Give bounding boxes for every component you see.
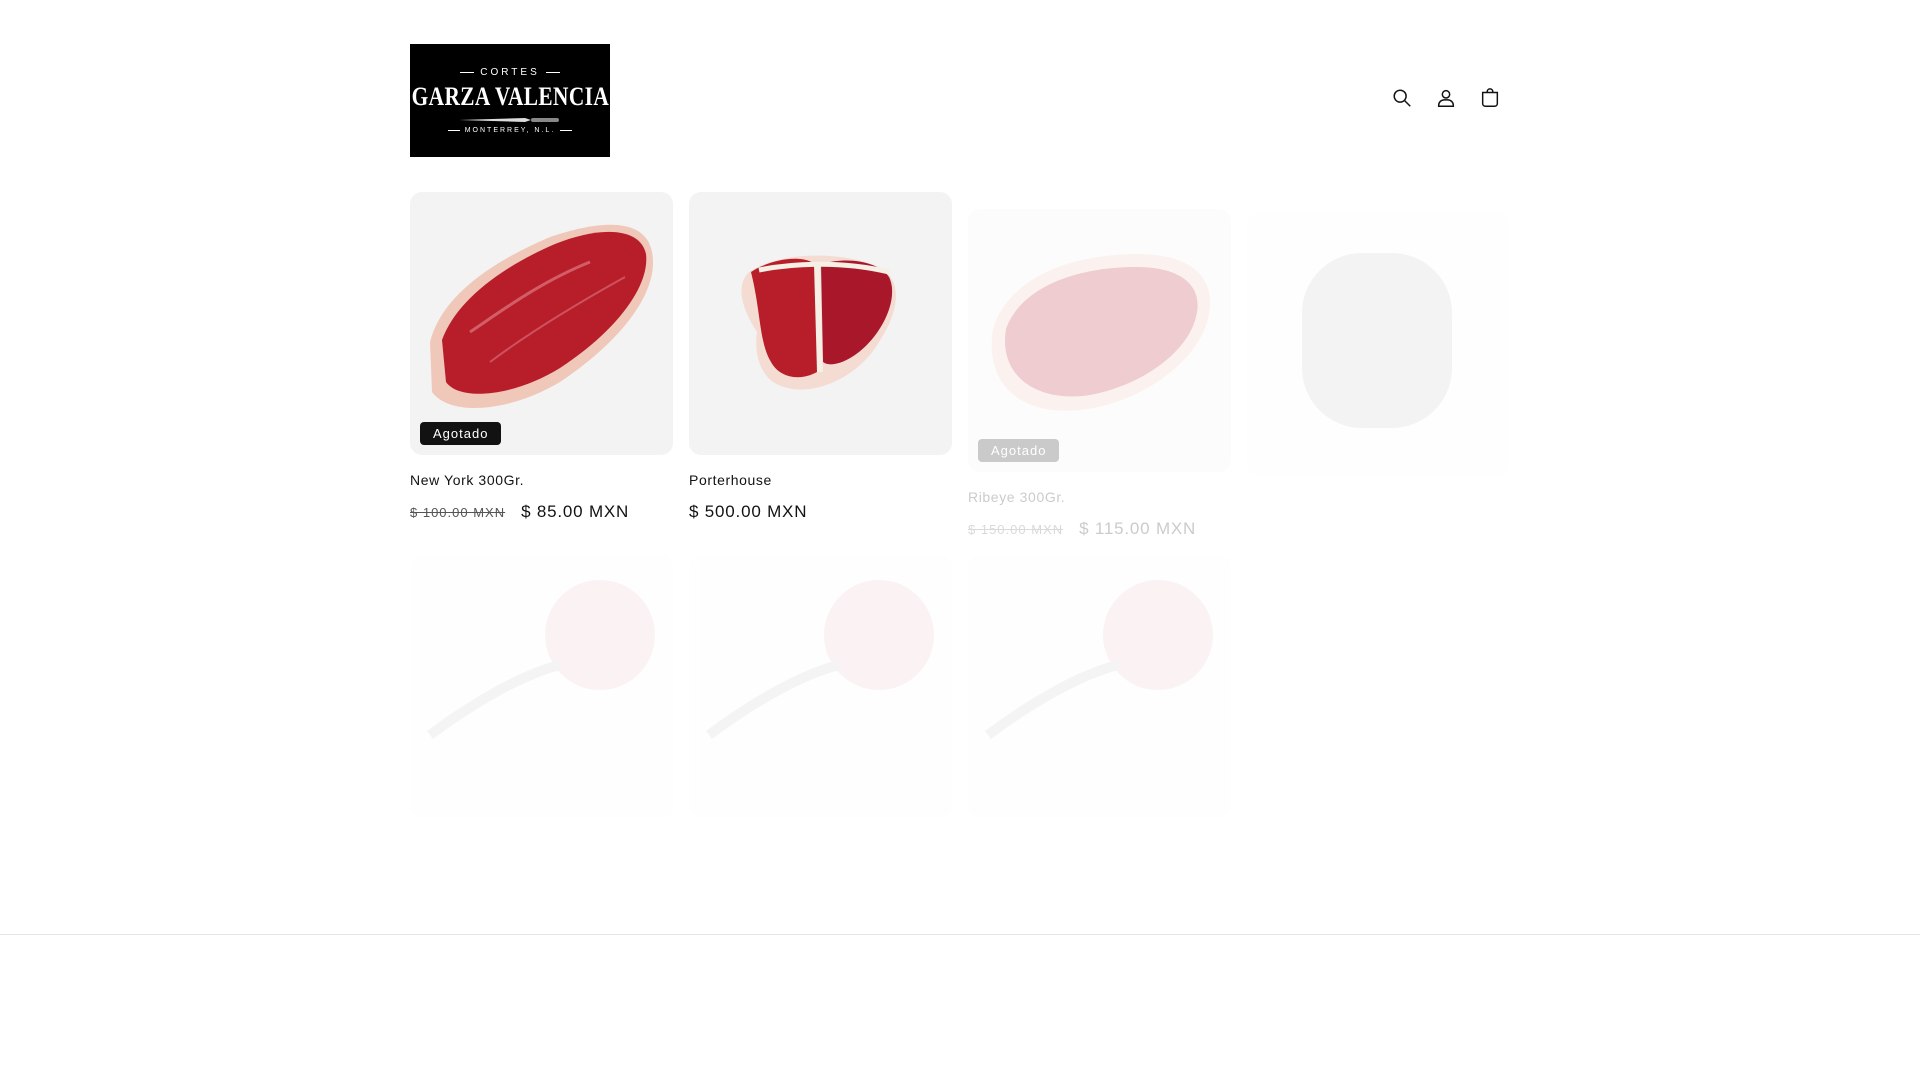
product-image[interactable] xyxy=(1247,213,1510,476)
regular-price: $ 150.00 MXN xyxy=(968,522,1064,537)
product-card[interactable] xyxy=(1247,213,1510,476)
regular-price: $ 500.00 MXN xyxy=(689,502,808,521)
site-header: CORTES GARZA VALENCIA MONTERREY, N.L. xyxy=(410,44,1504,157)
product-card[interactable]: Porterhouse $ 500.00 MXN xyxy=(689,192,952,522)
product-price: $ 150.00 MXN $ 115.00 MXN xyxy=(968,519,1231,539)
product-image[interactable] xyxy=(689,555,952,818)
logo-top-text: CORTES xyxy=(460,67,560,78)
product-title[interactable]: Porterhouse xyxy=(689,472,952,488)
sold-out-badge: Agotado xyxy=(420,422,502,445)
search-icon[interactable] xyxy=(1388,84,1416,112)
product-title[interactable]: Ribeye 300Gr. xyxy=(968,489,1231,505)
knife-icon xyxy=(459,118,559,122)
product-image[interactable] xyxy=(968,555,1231,818)
logo-main-text: GARZA VALENCIA xyxy=(411,82,609,111)
product-image[interactable] xyxy=(410,555,673,818)
product-image[interactable]: Agotado xyxy=(968,209,1231,472)
product-image[interactable] xyxy=(689,192,952,455)
sale-price: $ 85.00 MXN xyxy=(521,502,630,521)
product-title[interactable]: New York 300Gr. xyxy=(410,472,673,488)
sold-out-badge: Agotado xyxy=(978,439,1060,462)
store-logo[interactable]: CORTES GARZA VALENCIA MONTERREY, N.L. xyxy=(410,44,610,157)
account-icon[interactable] xyxy=(1432,84,1460,112)
product-card[interactable]: Agotado Ribeye 300Gr. $ 150.00 MXN $ 115… xyxy=(968,209,1231,539)
sale-price: $ 115.00 MXN xyxy=(1079,519,1197,538)
product-card[interactable]: Agotado New York 300Gr. $ 100.00 MXN $ 8… xyxy=(410,192,673,522)
product-card[interactable] xyxy=(689,555,952,818)
footer-divider xyxy=(0,934,1920,935)
product-image[interactable]: Agotado xyxy=(410,192,673,455)
cart-icon[interactable] xyxy=(1476,84,1504,112)
header-icons xyxy=(1388,84,1504,112)
product-price: $ 500.00 MXN xyxy=(689,502,952,522)
product-card[interactable] xyxy=(968,555,1231,818)
logo-sub-text: MONTERREY, N.L. xyxy=(448,127,573,134)
product-price: $ 100.00 MXN $ 85.00 MXN xyxy=(410,502,673,522)
product-card[interactable] xyxy=(410,555,673,818)
regular-price: $ 100.00 MXN xyxy=(410,505,506,520)
